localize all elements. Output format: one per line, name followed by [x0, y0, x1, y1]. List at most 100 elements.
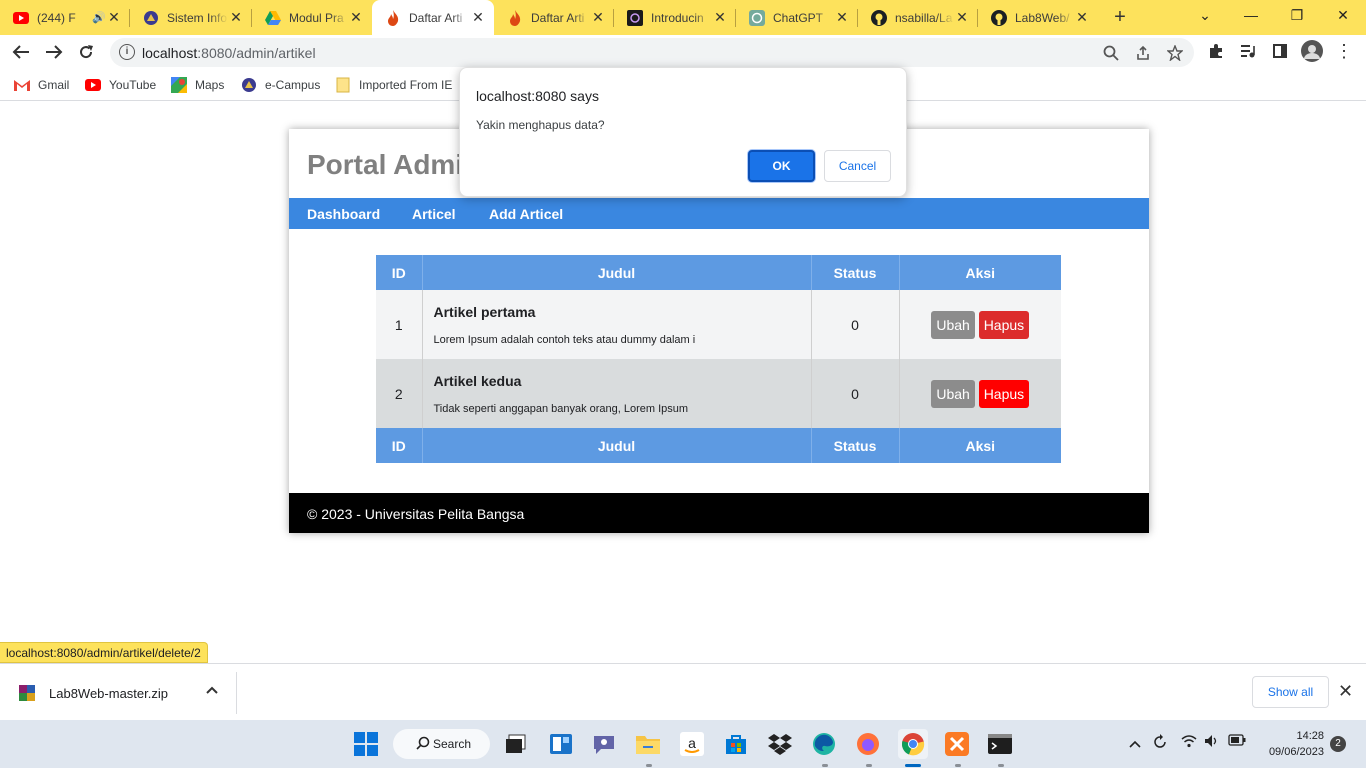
tab-close-icon[interactable]: ✕	[954, 9, 970, 26]
sync-icon[interactable]	[1152, 734, 1168, 753]
youtube-icon	[85, 77, 101, 93]
battery-icon[interactable]	[1228, 734, 1246, 749]
column-footer-aksi: Aksi	[899, 428, 1061, 463]
search-icon	[416, 736, 430, 750]
bookmark-gmail[interactable]: Gmail	[14, 76, 69, 94]
task-view-icon[interactable]	[502, 730, 530, 758]
column-header-judul: Judul	[422, 255, 812, 290]
close-shelf-icon[interactable]: ✕	[1338, 681, 1353, 702]
nav-articel-link[interactable]: Articel	[412, 206, 456, 222]
column-footer-id: ID	[376, 428, 423, 463]
tab-close-icon[interactable]: ✕	[712, 9, 728, 26]
system-clock[interactable]: 14:28 09/06/2023	[1254, 728, 1324, 760]
restore-button[interactable]: ❐	[1274, 0, 1320, 30]
nav-dashboard-link[interactable]: Dashboard	[307, 206, 380, 222]
edge-icon[interactable]	[810, 730, 838, 758]
microsoft-store-icon[interactable]	[722, 730, 750, 758]
tray-chevron-icon[interactable]	[1129, 736, 1141, 751]
github-icon	[991, 9, 1007, 26]
youtube-icon	[13, 10, 29, 26]
ubah-button[interactable]: Ubah	[931, 379, 975, 408]
ok-button[interactable]: OK	[748, 150, 815, 182]
tab-chatgpt[interactable]: ChatGPT ✕	[736, 0, 858, 35]
firefox-icon[interactable]	[854, 730, 882, 758]
row-id: 2	[376, 359, 423, 428]
profile-avatar[interactable]	[1300, 39, 1324, 63]
address-bar[interactable]: i localhost:8080/admin/artikel	[110, 38, 1194, 67]
side-panel-icon[interactable]	[1268, 39, 1292, 63]
chatgpt-icon	[749, 9, 765, 26]
row-judul: Artikel pertama Lorem Ipsum adalah conto…	[422, 290, 812, 359]
widgets-icon[interactable]	[547, 730, 575, 758]
tab-close-icon[interactable]: ✕	[590, 9, 606, 26]
dialog-message: Yakin menghapus data?	[476, 118, 605, 132]
tab-close-icon[interactable]: ✕	[1074, 9, 1090, 26]
terminal-icon[interactable]	[986, 730, 1014, 758]
tab-sistem-info[interactable]: Sistem Info ✕	[130, 0, 252, 35]
amazon-icon[interactable]: a	[678, 730, 706, 758]
new-tab-button[interactable]: +	[1108, 5, 1132, 29]
chrome-icon[interactable]	[898, 729, 928, 759]
tab-search-chevron-icon[interactable]: ⌄	[1182, 0, 1228, 30]
row-status: 0	[811, 359, 900, 428]
tab-github-nsabilla[interactable]: nsabilla/La ✕	[858, 0, 978, 35]
tab-introducing[interactable]: Introducin ✕	[614, 0, 736, 35]
windows-start-icon[interactable]	[352, 730, 380, 758]
maps-icon	[171, 77, 187, 93]
folder-icon	[335, 77, 351, 93]
tab-close-icon[interactable]: ✕	[348, 9, 364, 26]
show-all-button[interactable]: Show all	[1252, 676, 1329, 708]
bookmark-star-icon[interactable]	[1165, 43, 1185, 63]
download-options-chevron-icon[interactable]	[206, 683, 218, 697]
reload-icon	[80, 45, 93, 59]
dropbox-icon[interactable]	[766, 730, 794, 758]
codeigniter-icon	[507, 9, 523, 26]
notification-badge[interactable]: 2	[1330, 736, 1346, 752]
column-header-status: Status	[811, 255, 900, 290]
wifi-icon[interactable]	[1181, 734, 1197, 751]
bookmark-maps[interactable]: Maps	[171, 76, 224, 94]
minimize-button[interactable]: —	[1228, 0, 1274, 30]
url-text[interactable]: localhost:8080/admin/artikel	[142, 45, 316, 61]
teams-chat-icon[interactable]	[590, 730, 618, 758]
volume-icon[interactable]	[1204, 734, 1220, 751]
xampp-icon[interactable]	[943, 730, 971, 758]
codeigniter-icon	[385, 9, 401, 26]
nav-add-articel-link[interactable]: Add Articel	[489, 206, 563, 222]
tab-close-icon[interactable]: ✕	[470, 9, 486, 26]
download-item[interactable]: Lab8Web-master.zip	[19, 685, 168, 701]
file-explorer-icon[interactable]	[634, 730, 662, 758]
article-excerpt: Tidak seperti anggapan banyak orang, Lor…	[433, 402, 689, 415]
bookmark-imported-from-ie[interactable]: Imported From IE	[335, 76, 452, 94]
close-window-button[interactable]: ✕	[1320, 0, 1366, 30]
browser-toolbar: i localhost:8080/admin/artikel	[0, 35, 1366, 69]
reload-button[interactable]	[73, 39, 99, 65]
tab-close-icon[interactable]: ✕	[834, 9, 850, 26]
zoom-search-icon[interactable]	[1101, 43, 1121, 63]
forward-button[interactable]	[41, 39, 67, 65]
bookmark-youtube[interactable]: YouTube	[85, 76, 156, 94]
site-info-icon[interactable]: i	[119, 44, 135, 60]
google-drive-icon	[265, 10, 281, 26]
back-button[interactable]	[8, 39, 34, 65]
hapus-button[interactable]: Hapus	[978, 310, 1030, 339]
hapus-button[interactable]: Hapus	[978, 379, 1030, 408]
tab-modul-praktikum[interactable]: Modul Pra ✕	[252, 0, 372, 35]
share-icon[interactable]	[1133, 43, 1153, 63]
column-header-id: ID	[376, 255, 423, 290]
tab-youtube[interactable]: (244) F 🔊 ✕	[0, 0, 130, 35]
tab-daftar-artikel[interactable]: Daftar Arti ✕	[494, 0, 614, 35]
chrome-menu-icon[interactable]: ⋮	[1332, 39, 1356, 63]
media-queue-icon[interactable]	[1236, 39, 1260, 63]
taskbar-search[interactable]: Search	[393, 729, 490, 759]
windows-taskbar: Search a 14:28 09/06/2023 2	[0, 720, 1366, 768]
tab-github-lab8web[interactable]: Lab8Web/ ✕	[978, 0, 1098, 35]
tab-close-icon[interactable]: ✕	[106, 9, 122, 26]
cancel-button[interactable]: Cancel	[824, 150, 891, 182]
ubah-button[interactable]: Ubah	[931, 310, 975, 339]
tab-daftar-artikel-active[interactable]: Daftar Arti ✕	[372, 0, 494, 35]
tab-close-icon[interactable]: ✕	[228, 9, 244, 26]
audio-playing-icon[interactable]: 🔊	[92, 11, 106, 24]
extensions-puzzle-icon[interactable]	[1204, 39, 1228, 63]
bookmark-ecampus[interactable]: e-Campus	[241, 76, 320, 94]
